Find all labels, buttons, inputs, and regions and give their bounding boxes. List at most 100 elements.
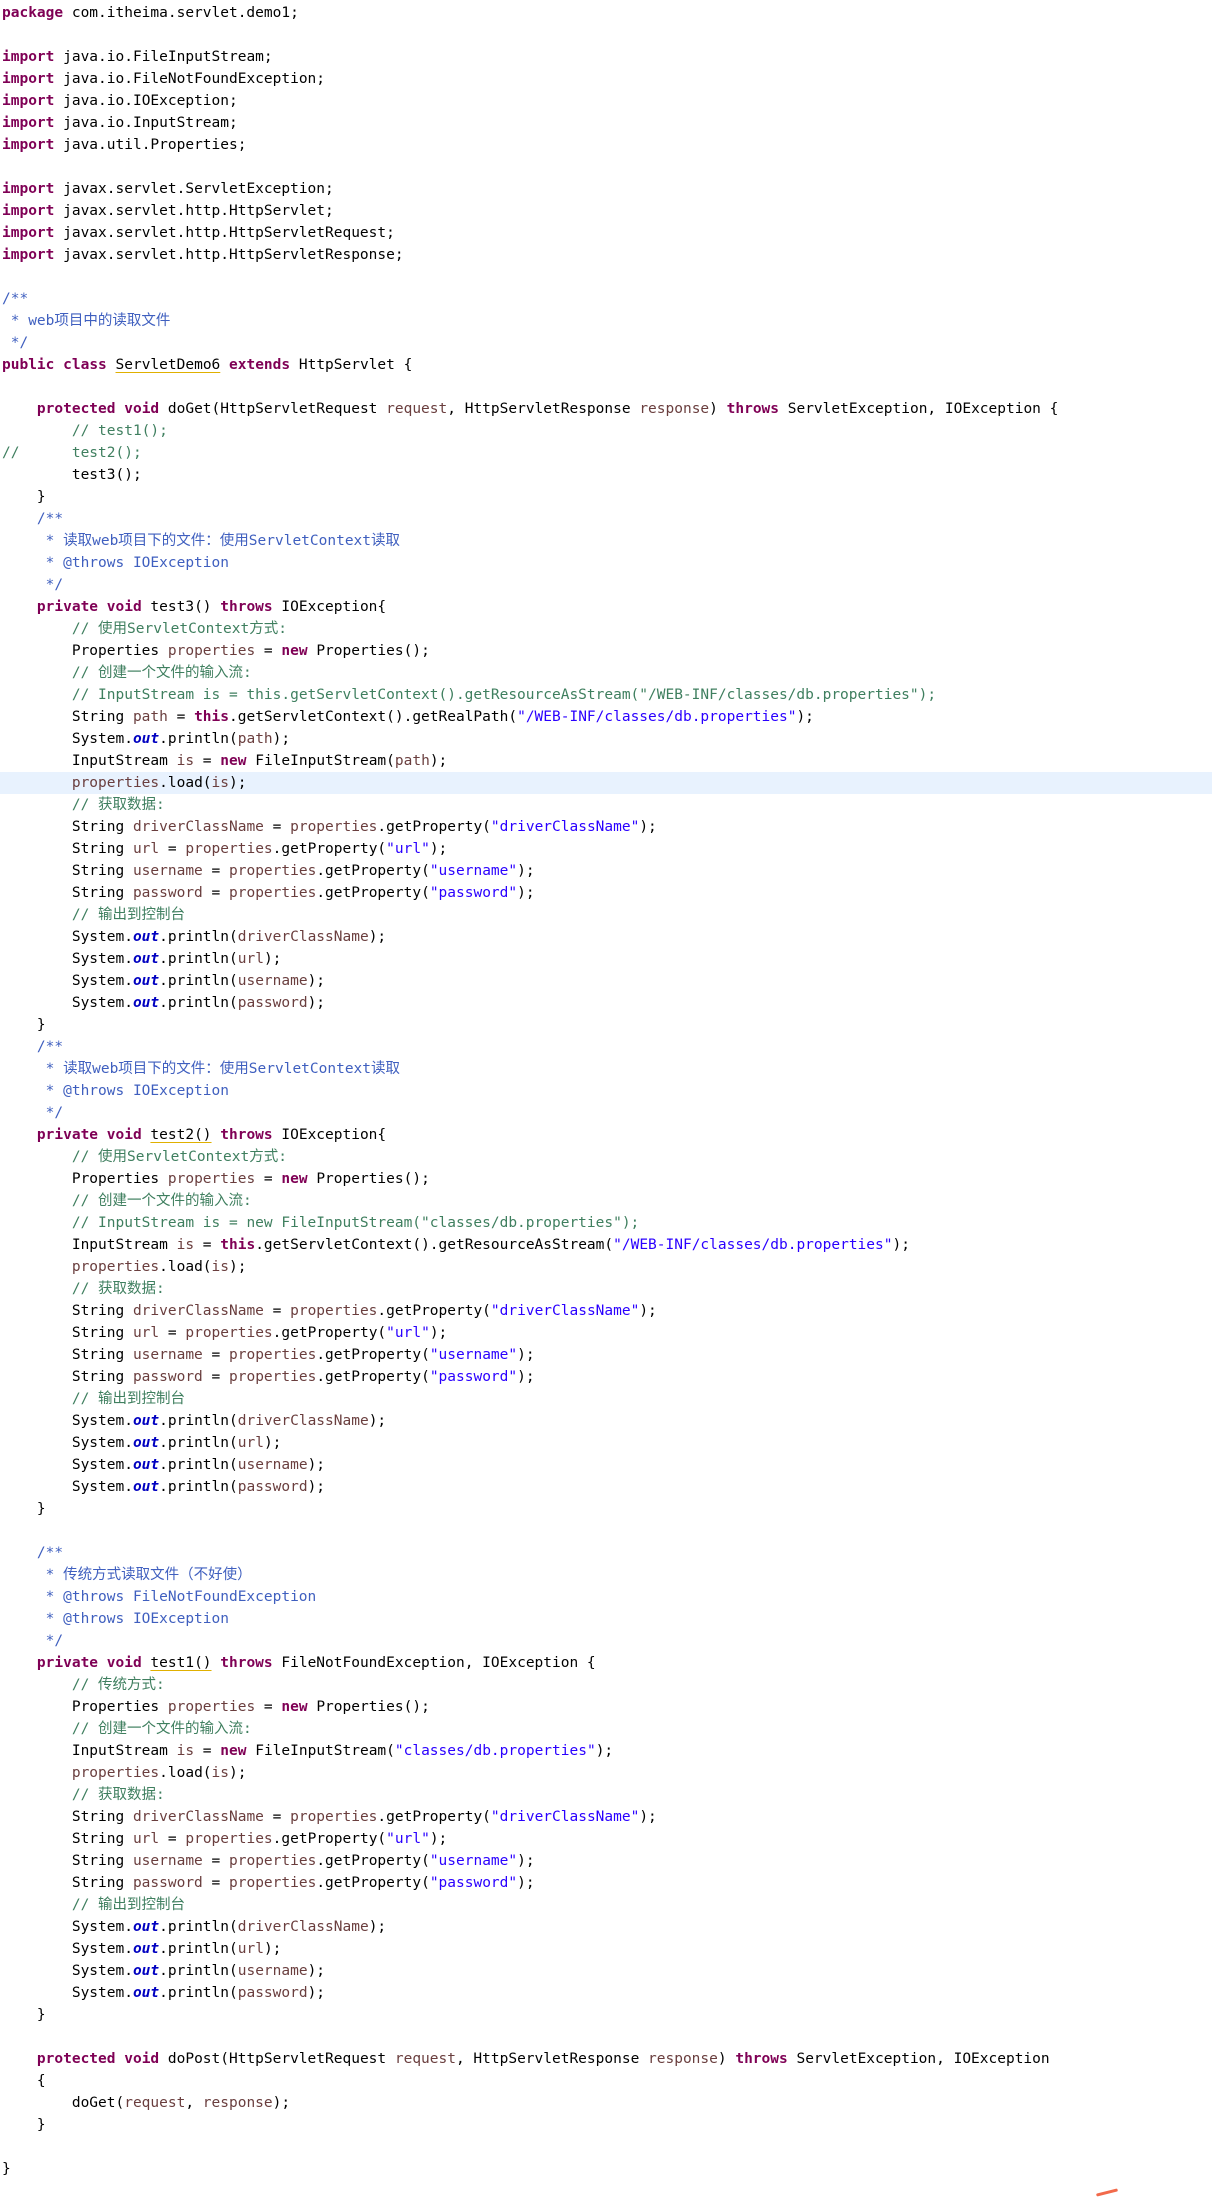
code-line[interactable]: InputStream is = new FileInputStream(pat… xyxy=(0,750,1212,772)
code-line[interactable]: protected void doGet(HttpServletRequest … xyxy=(0,398,1212,420)
code-line[interactable]: package com.itheima.servlet.demo1; xyxy=(0,2,1212,24)
code-line[interactable]: System.out.println(username); xyxy=(0,970,1212,992)
code-line[interactable]: System.out.println(driverClassName); xyxy=(0,926,1212,948)
code-line[interactable]: // test2(); xyxy=(0,442,1212,464)
code-line[interactable]: InputStream is = new FileInputStream("cl… xyxy=(0,1740,1212,1762)
code-line[interactable]: doGet(request, response); xyxy=(0,2092,1212,2114)
code-line[interactable]: public class ServletDemo6 extends HttpSe… xyxy=(0,354,1212,376)
code-line[interactable]: String path = this.getServletContext().g… xyxy=(0,706,1212,728)
code-line[interactable]: properties.load(is); xyxy=(0,1256,1212,1278)
code-line[interactable]: System.out.println(url); xyxy=(0,1938,1212,1960)
code-line[interactable]: String url = properties.getProperty("url… xyxy=(0,838,1212,860)
code-line[interactable]: import javax.servlet.http.HttpServletRes… xyxy=(0,244,1212,266)
code-line[interactable]: System.out.println(password); xyxy=(0,1982,1212,2004)
code-line[interactable]: String driverClassName = properties.getP… xyxy=(0,816,1212,838)
code-line[interactable]: * @throws IOException xyxy=(0,1608,1212,1630)
code-line[interactable]: System.out.println(username); xyxy=(0,1454,1212,1476)
code-line[interactable]: } xyxy=(0,2158,1212,2180)
code-line[interactable]: * @throws FileNotFoundException xyxy=(0,1586,1212,1608)
code-line[interactable]: // test1(); xyxy=(0,420,1212,442)
code-line[interactable]: // InputStream is = this.getServletConte… xyxy=(0,684,1212,706)
code-line[interactable]: import java.io.InputStream; xyxy=(0,112,1212,134)
code-line[interactable]: String password = properties.getProperty… xyxy=(0,1366,1212,1388)
code-line[interactable]: private void test3() throws IOException{ xyxy=(0,596,1212,618)
code-line[interactable]: String driverClassName = properties.getP… xyxy=(0,1300,1212,1322)
code-line[interactable]: import java.io.IOException; xyxy=(0,90,1212,112)
code-line[interactable]: System.out.println(username); xyxy=(0,1960,1212,1982)
code-line[interactable]: import javax.servlet.ServletException; xyxy=(0,178,1212,200)
code-line[interactable]: String url = properties.getProperty("url… xyxy=(0,1828,1212,1850)
code-line[interactable]: // 获取数据: xyxy=(0,794,1212,816)
code-line[interactable]: // 传统方式: xyxy=(0,1674,1212,1696)
code-line[interactable]: System.out.println(password); xyxy=(0,1476,1212,1498)
code-line[interactable]: InputStream is = this.getServletContext(… xyxy=(0,1234,1212,1256)
code-line[interactable]: { xyxy=(0,2070,1212,2092)
code-line[interactable]: // 创建一个文件的输入流: xyxy=(0,662,1212,684)
code-line[interactable]: */ xyxy=(0,1102,1212,1124)
code-line[interactable]: System.out.println(path); xyxy=(0,728,1212,750)
code-line[interactable] xyxy=(0,2136,1212,2158)
code-line[interactable]: * @throws IOException xyxy=(0,1080,1212,1102)
code-line[interactable]: /** xyxy=(0,288,1212,310)
code-line[interactable]: // 使用ServletContext方式: xyxy=(0,618,1212,640)
code-editor[interactable]: package com.itheima.servlet.demo1; impor… xyxy=(0,0,1212,2199)
code-line[interactable]: String driverClassName = properties.getP… xyxy=(0,1806,1212,1828)
code-line[interactable]: // 获取数据: xyxy=(0,1784,1212,1806)
code-line[interactable]: * web项目中的读取文件 xyxy=(0,310,1212,332)
code-line[interactable]: // InputStream is = new FileInputStream(… xyxy=(0,1212,1212,1234)
code-line[interactable]: // 创建一个文件的输入流: xyxy=(0,1718,1212,1740)
code-line[interactable]: } xyxy=(0,2114,1212,2136)
code-line[interactable]: import java.util.Properties; xyxy=(0,134,1212,156)
code-line[interactable]: /** xyxy=(0,1542,1212,1564)
code-line[interactable]: * 读取web项目下的文件：使用ServletContext读取 xyxy=(0,530,1212,552)
code-line[interactable]: import javax.servlet.http.HttpServletReq… xyxy=(0,222,1212,244)
code-line[interactable]: System.out.println(password); xyxy=(0,992,1212,1014)
code-line[interactable]: /** xyxy=(0,508,1212,530)
code-line[interactable] xyxy=(0,156,1212,178)
code-line[interactable]: String username = properties.getProperty… xyxy=(0,860,1212,882)
code-line[interactable]: private void test1() throws FileNotFound… xyxy=(0,1652,1212,1674)
code-line[interactable] xyxy=(0,376,1212,398)
code-line[interactable]: } xyxy=(0,1014,1212,1036)
code-line[interactable]: System.out.println(driverClassName); xyxy=(0,1916,1212,1938)
code-line[interactable]: import java.io.FileNotFoundException; xyxy=(0,68,1212,90)
code-line[interactable]: String username = properties.getProperty… xyxy=(0,1850,1212,1872)
code-line[interactable]: // 获取数据: xyxy=(0,1278,1212,1300)
code-line[interactable]: String password = properties.getProperty… xyxy=(0,1872,1212,1894)
code-line[interactable]: protected void doPost(HttpServletRequest… xyxy=(0,2048,1212,2070)
code-line[interactable]: */ xyxy=(0,1630,1212,1652)
code-line[interactable]: String url = properties.getProperty("url… xyxy=(0,1322,1212,1344)
code-line[interactable]: Properties properties = new Properties()… xyxy=(0,1168,1212,1190)
code-line[interactable]: import javax.servlet.http.HttpServlet; xyxy=(0,200,1212,222)
code-line[interactable]: // 输出到控制台 xyxy=(0,1388,1212,1410)
code-line[interactable]: // 输出到控制台 xyxy=(0,904,1212,926)
code-line[interactable]: */ xyxy=(0,574,1212,596)
code-line[interactable]: String username = properties.getProperty… xyxy=(0,1344,1212,1366)
code-line[interactable] xyxy=(0,266,1212,288)
code-line[interactable]: } xyxy=(0,1498,1212,1520)
code-line[interactable]: } xyxy=(0,2004,1212,2026)
code-line[interactable]: properties.load(is); xyxy=(0,1762,1212,1784)
code-line[interactable]: * @throws IOException xyxy=(0,552,1212,574)
code-line[interactable]: test3(); xyxy=(0,464,1212,486)
code-line[interactable]: /** xyxy=(0,1036,1212,1058)
code-line[interactable] xyxy=(0,2026,1212,2048)
code-line[interactable]: * 读取web项目下的文件：使用ServletContext读取 xyxy=(0,1058,1212,1080)
code-line[interactable]: import java.io.FileInputStream; xyxy=(0,46,1212,68)
code-line[interactable]: System.out.println(url); xyxy=(0,1432,1212,1454)
code-line[interactable]: // 使用ServletContext方式: xyxy=(0,1146,1212,1168)
code-line[interactable] xyxy=(0,1520,1212,1542)
code-line[interactable]: // 创建一个文件的输入流: xyxy=(0,1190,1212,1212)
code-line[interactable]: System.out.println(url); xyxy=(0,948,1212,970)
code-line[interactable]: * 传统方式读取文件（不好使） xyxy=(0,1564,1212,1586)
code-line[interactable]: */ xyxy=(0,332,1212,354)
code-line[interactable] xyxy=(0,24,1212,46)
code-line[interactable]: System.out.println(driverClassName); xyxy=(0,1410,1212,1432)
code-line[interactable]: private void test2() throws IOException{ xyxy=(0,1124,1212,1146)
current-code-line[interactable]: properties.load(is); xyxy=(0,772,1212,794)
code-line[interactable]: } xyxy=(0,486,1212,508)
code-line[interactable]: Properties properties = new Properties()… xyxy=(0,640,1212,662)
code-line[interactable]: // 输出到控制台 xyxy=(0,1894,1212,1916)
code-line[interactable]: String password = properties.getProperty… xyxy=(0,882,1212,904)
code-line[interactable]: Properties properties = new Properties()… xyxy=(0,1696,1212,1718)
